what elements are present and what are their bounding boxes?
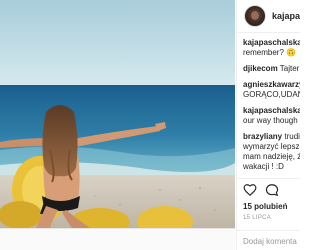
comment: kajapaschalska remember? 🙃 bbox=[243, 38, 300, 58]
comment-text-line: wymarzyć lepsz bbox=[243, 142, 300, 151]
add-comment-placeholder: Dodaj komenta bbox=[243, 237, 297, 246]
comment: djikecom Tajter bbox=[243, 64, 300, 74]
comment: brazyliany trudi wymarzyć lepsz mam nadz… bbox=[243, 132, 300, 172]
avatar[interactable] bbox=[244, 5, 266, 27]
comment-text: trudi bbox=[284, 132, 300, 141]
header-username[interactable]: kajapaschalska bbox=[272, 11, 300, 21]
instagram-post: kajapaschalska kajapaschalska remember? … bbox=[0, 0, 300, 250]
post-actions bbox=[237, 178, 300, 198]
heart-icon[interactable] bbox=[243, 183, 257, 197]
comment: agnieszkawarzy GORĄCO,UDAN bbox=[243, 80, 300, 100]
comment-user[interactable]: kajapaschalska bbox=[243, 38, 300, 47]
post-header: kajapaschalska bbox=[237, 0, 300, 33]
comment-user[interactable]: kajapaschalska bbox=[243, 106, 300, 115]
comment-user[interactable]: brazyliany bbox=[243, 132, 282, 141]
comment-text: Tajter bbox=[279, 64, 300, 73]
post-details-panel: kajapaschalska kajapaschalska remember? … bbox=[236, 0, 300, 250]
likes-count[interactable]: 15 polubień bbox=[243, 202, 287, 211]
post-date: 15 LIPCA bbox=[243, 215, 272, 221]
comment-text-line: mam nadzieję, ż bbox=[243, 152, 300, 161]
comment-user[interactable]: agnieszkawarzy bbox=[243, 80, 300, 89]
comment: kajapaschalska our way though bbox=[243, 106, 300, 126]
add-comment-field[interactable]: Dodaj komenta bbox=[237, 230, 300, 250]
post-photo[interactable] bbox=[0, 0, 235, 228]
comments-list: kajapaschalska remember? 🙃 djikecom Tajt… bbox=[237, 36, 300, 174]
comment-user[interactable]: djikecom bbox=[243, 64, 278, 73]
comment-text: GORĄCO,UDAN bbox=[243, 90, 300, 99]
comment-text: our way though bbox=[243, 116, 298, 125]
comment-icon[interactable] bbox=[265, 183, 279, 197]
comment-text-line: wakacji ! :D bbox=[243, 162, 284, 171]
comment-text: remember? 🙃 bbox=[243, 48, 297, 57]
photo-bottom-strip bbox=[0, 228, 235, 250]
